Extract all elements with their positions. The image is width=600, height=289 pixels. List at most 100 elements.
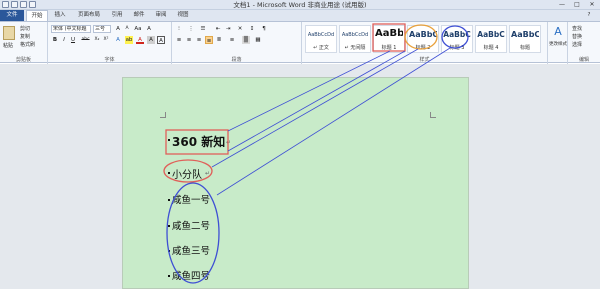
list-bullet (168, 275, 170, 277)
tab-review[interactable]: 审阅 (152, 10, 170, 21)
style-title[interactable]: AaBbC 标题 (509, 25, 541, 53)
style-name: 标题 4 (483, 45, 499, 51)
bullets-icon[interactable]: ⁝ (175, 25, 183, 33)
tab-mailings[interactable]: 邮件 (130, 10, 148, 21)
style-normal[interactable]: AaBbCcDd ↵ 正文 (305, 25, 337, 53)
style-name: 标题 (519, 45, 530, 51)
style-name: ↵ 正文 (313, 45, 329, 51)
page-corner-mark (430, 112, 436, 118)
cut-button[interactable]: 剪切 (20, 25, 30, 32)
character-border-button[interactable]: A (157, 36, 165, 44)
ribbon-tabs: 文件 开始 插入 页面布局 引用 邮件 审阅 视图 ? (0, 10, 600, 21)
style-name: ↵ 无间隔 (344, 45, 366, 51)
style-heading-3[interactable]: AaBbC 标题 3 (441, 25, 473, 53)
help-icon[interactable]: ? (582, 10, 596, 21)
format-painter-button[interactable]: 格式刷 (20, 41, 35, 48)
style-no-spacing[interactable]: AaBbCcDd ↵ 无间隔 (339, 25, 371, 53)
shrink-font-button[interactable]: A (123, 25, 131, 33)
sort-icon[interactable]: ↕ (248, 25, 256, 33)
decrease-indent-icon[interactable]: ⇤ (214, 25, 222, 33)
title-bar: 文档1 - Microsoft Word 非商业用途 (试用版) — □ ✕ (0, 0, 600, 10)
editing-group-label: 编辑 (578, 57, 589, 63)
tab-home[interactable]: 开始 (26, 10, 48, 21)
style-preview: AaBb (375, 28, 403, 39)
style-preview: AaBbC (409, 30, 437, 39)
subscript-button[interactable]: X₂ (93, 36, 101, 44)
grow-font-button[interactable]: A (114, 25, 122, 33)
style-preview: AaBbC (511, 30, 539, 39)
align-right-icon[interactable]: ≡ (195, 36, 203, 44)
align-left-icon[interactable]: ≡ (175, 36, 183, 44)
heading-1-text[interactable]: 360 新知 (172, 133, 225, 150)
paragraph-group-label: 段落 (231, 57, 242, 63)
font-color-button[interactable]: A (136, 36, 144, 44)
maximize-button[interactable]: □ (571, 1, 583, 8)
replace-button[interactable]: 替换 (572, 33, 582, 40)
line-spacing-button[interactable]: ≡ (228, 36, 236, 44)
style-heading-4[interactable]: AaBbC 标题 4 (475, 25, 507, 53)
style-name: 标题 2 (415, 45, 431, 51)
list-bullet (168, 139, 170, 141)
style-preview: AaBbC (477, 30, 505, 39)
copy-button[interactable]: 复制 (20, 33, 30, 40)
heading-3-text[interactable]: 咸鱼一号 (172, 192, 210, 206)
font-group: 宋体 (中文标题 三号 A A Aa A B I U abc X₂ X² A a… (48, 22, 172, 64)
clear-format-button[interactable]: A (145, 25, 153, 33)
heading-3-text[interactable]: 咸鱼二号 (172, 218, 210, 232)
align-center-icon[interactable]: ≡ (185, 36, 193, 44)
heading-2-text[interactable]: 小分队 (172, 166, 202, 181)
shading-icon[interactable]: ▒ (242, 36, 250, 44)
document-page[interactable] (122, 77, 469, 289)
list-bullet (168, 250, 170, 252)
strikethrough-button[interactable]: abc (80, 36, 91, 44)
font-group-label: 字体 (104, 57, 115, 63)
find-button[interactable]: 查找 (572, 25, 582, 32)
editing-group: 查找 替换 选择 编辑 (568, 22, 600, 64)
character-shading-button[interactable]: A (147, 36, 155, 44)
font-name-select[interactable]: 宋体 (中文标题 (51, 25, 91, 33)
tab-view[interactable]: 视图 (174, 10, 192, 21)
select-button[interactable]: 选择 (572, 41, 582, 48)
change-styles-icon[interactable]: A (552, 26, 564, 38)
styles-group-label: 样式 (419, 57, 430, 63)
underline-button[interactable]: U (69, 36, 77, 44)
highlight-button[interactable]: ab (125, 36, 133, 44)
distributed-icon[interactable]: ≣ (215, 36, 223, 44)
text-effects-button[interactable]: A (114, 36, 122, 44)
clipboard-group: 粘贴 剪切 复制 格式刷 剪贴板 (0, 22, 48, 64)
style-heading-1[interactable]: AaBb 标题 1 (373, 25, 405, 53)
tab-file[interactable]: 文件 (0, 10, 24, 21)
change-styles-label[interactable]: 更改样式 (548, 41, 568, 47)
window-controls: — □ ✕ (556, 1, 598, 8)
superscript-button[interactable]: X² (102, 36, 110, 44)
style-heading-2[interactable]: AaBbC 标题 2 (407, 25, 439, 53)
increase-indent-icon[interactable]: ⇥ (224, 25, 232, 33)
tab-page-layout[interactable]: 页面布局 (74, 10, 104, 21)
show-marks-icon[interactable]: ¶ (260, 25, 268, 33)
window-title: 文档1 - Microsoft Word 非商业用途 (试用版) (233, 1, 367, 9)
italic-button[interactable]: I (60, 36, 68, 44)
list-bullet (168, 172, 170, 174)
style-name: 标题 3 (449, 45, 465, 51)
multilevel-list-icon[interactable]: ☰ (199, 25, 207, 33)
justify-icon[interactable]: ≡ (205, 36, 213, 44)
heading-3-text[interactable]: 咸鱼四号 (172, 268, 210, 282)
style-preview: AaBbCcDd (341, 32, 369, 38)
bold-button[interactable]: B (51, 36, 59, 44)
borders-icon[interactable]: ▦ (254, 36, 262, 44)
chinese-layout-icon[interactable]: ✕ (236, 25, 244, 33)
page-corner-mark (160, 112, 166, 118)
paste-icon[interactable] (3, 26, 15, 40)
heading-3-text[interactable]: 咸鱼三号 (172, 243, 210, 257)
close-button[interactable]: ✕ (586, 1, 598, 8)
numbering-icon[interactable]: ⋮ (187, 25, 195, 33)
tab-references[interactable]: 引用 (108, 10, 126, 21)
change-case-button[interactable]: Aa (134, 25, 142, 33)
tab-insert[interactable]: 插入 (50, 10, 70, 21)
font-size-select[interactable]: 三号 (93, 25, 111, 33)
paste-label[interactable]: 粘贴 (3, 42, 13, 49)
list-bullet (168, 225, 170, 227)
style-preview: AaBbC (443, 30, 471, 39)
paragraph-mark: ↵ (226, 139, 232, 146)
minimize-button[interactable]: — (556, 1, 568, 8)
